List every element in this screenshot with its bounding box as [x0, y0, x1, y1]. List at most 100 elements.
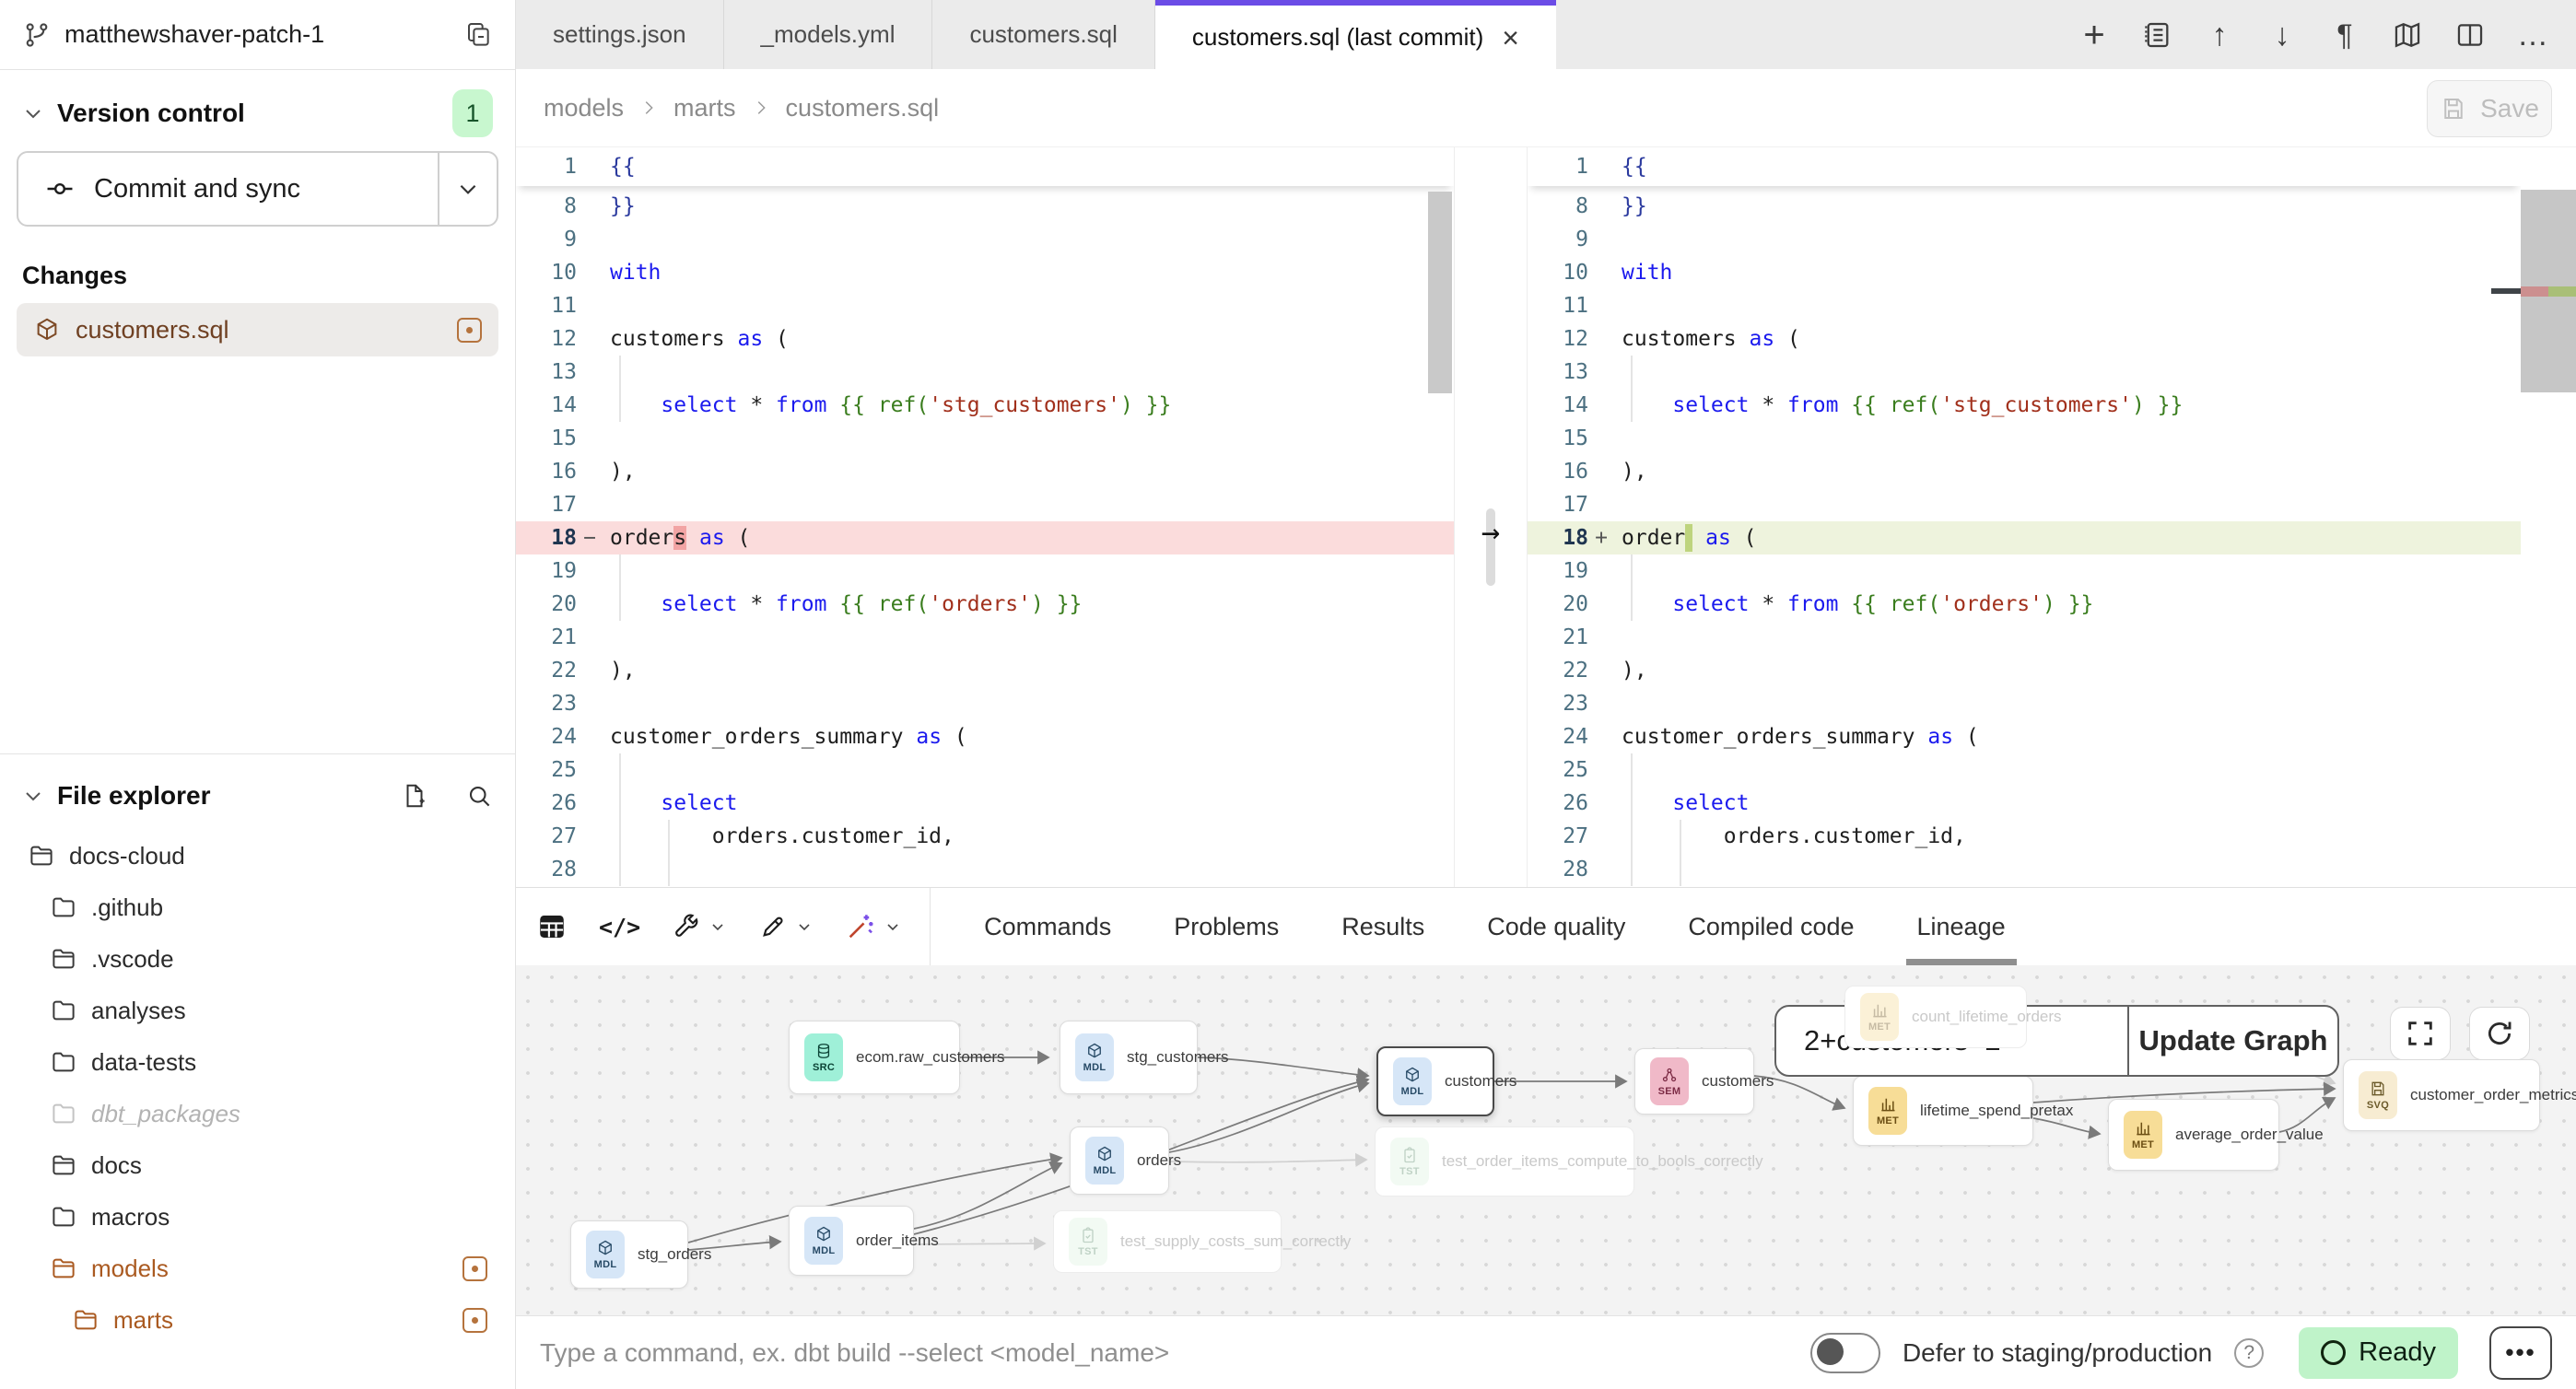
file-tree-item-dbt_packages[interactable]: dbt_packages — [17, 1088, 498, 1139]
mdl-badge-icon: MDL — [804, 1217, 843, 1265]
diff-pane-previous[interactable]: 8}}910with1112customers as (1314 select … — [516, 147, 1454, 887]
code-line: with — [1614, 256, 2521, 289]
panel-tab-compiled-code[interactable]: Compiled code — [1657, 888, 1885, 965]
tab-label: _models.yml — [761, 20, 896, 49]
line-number: 28 — [1528, 858, 1588, 881]
panel-tab-commands[interactable]: Commands — [953, 888, 1142, 965]
file-tree-item-models[interactable]: models — [17, 1243, 498, 1294]
commit-options-caret[interactable] — [438, 153, 497, 225]
wrench-icon[interactable] — [672, 912, 727, 941]
code-row: 13 — [1528, 356, 2521, 389]
diff-editor[interactable]: 8}}910with1112customers as (1314 select … — [516, 147, 2576, 887]
code-tags-icon[interactable]: </> — [599, 914, 640, 940]
code-line — [1614, 621, 2521, 654]
line-number: 8 — [1528, 194, 1588, 218]
folder-name: .github — [91, 893, 498, 922]
search-icon[interactable] — [465, 782, 493, 810]
status-badge[interactable]: Ready — [2299, 1327, 2458, 1379]
lineage-node-lifetime-spend-pretax[interactable]: METlifetime_spend_pretax — [1853, 1076, 2033, 1146]
lineage-node-customer-order-metrics[interactable]: SVQcustomer_order_metrics — [2343, 1059, 2540, 1131]
breadcrumb-item[interactable]: models — [544, 94, 624, 123]
close-icon[interactable]: × — [1502, 23, 1519, 53]
chevron-down-icon[interactable] — [795, 917, 814, 936]
format-brush-icon[interactable] — [758, 912, 814, 941]
lineage-node-average-order-value[interactable]: METaverage_order_value — [2108, 1099, 2279, 1171]
folder-name: docs-cloud — [69, 842, 498, 870]
tst-badge-icon: TST — [1069, 1218, 1107, 1266]
diff-arrow-icon[interactable]: → — [1455, 514, 1527, 551]
split-editor-icon[interactable] — [2453, 18, 2488, 53]
lineage-node-stg-orders[interactable]: MDLstg_orders — [570, 1220, 688, 1289]
magic-wand-icon[interactable] — [845, 911, 902, 942]
tab-settings-json[interactable]: settings.json — [516, 0, 724, 69]
panel-tab-problems[interactable]: Problems — [1142, 888, 1310, 965]
lineage-node-customers-semantic[interactable]: SEMcustomers — [1634, 1048, 1754, 1115]
file-tree-item-data-tests[interactable]: data-tests — [17, 1036, 498, 1088]
lineage-node-ecom-raw-customers[interactable]: SRCecom.raw_customers — [789, 1021, 960, 1094]
chevron-down-icon[interactable] — [22, 785, 44, 807]
save-icon — [2440, 95, 2467, 123]
help-icon[interactable]: ? — [2234, 1338, 2264, 1368]
file-tree-item-analyses[interactable]: analyses — [17, 985, 498, 1036]
breadcrumb-item[interactable]: customers.sql — [786, 94, 940, 123]
panel-tab-results[interactable]: Results — [1310, 888, 1456, 965]
breadcrumb-item[interactable]: marts — [673, 94, 736, 123]
lineage-canvas[interactable]: SRCecom.raw_customers MDLstg_customers MDL… — [516, 965, 2576, 1315]
arrow-down-icon[interactable]: ↓ — [2265, 18, 2300, 53]
folder-name: marts — [113, 1306, 449, 1335]
refresh-graph-button[interactable] — [2469, 1007, 2530, 1060]
update-graph-button[interactable]: Update Graph — [2127, 1007, 2337, 1075]
table-icon[interactable] — [536, 911, 568, 942]
file-tree-item-dot-vscode[interactable]: .vscode — [17, 933, 498, 985]
node-label: count_lifetime_orders — [1912, 1008, 2062, 1026]
main-area: settings.json_models.ymlcustomers.sqlcus… — [516, 0, 2576, 1389]
folder-open-icon — [50, 1151, 77, 1179]
file-tree-item-docs-cloud[interactable]: docs-cloud — [17, 830, 498, 881]
lineage-node-test-supply-costs[interactable]: TSTtest_supply_costs_sum_correctly — [1053, 1210, 1282, 1273]
diff-pane-current[interactable]: 8}}910with1112customers as (1314 select … — [1528, 147, 2576, 887]
lineage-node-count-lifetime-orders[interactable]: METcount_lifetime_orders — [1844, 986, 2027, 1048]
file-tree-item-dot-github[interactable]: .github — [17, 881, 498, 933]
line-number: 26 — [516, 791, 577, 815]
panel-tab-lineage[interactable]: Lineage — [1886, 888, 2037, 965]
fullscreen-button[interactable] — [2390, 1007, 2451, 1060]
chevron-down-icon[interactable] — [708, 917, 727, 936]
code-line — [603, 422, 1454, 455]
lineage-node-orders[interactable]: MDLorders — [1070, 1126, 1169, 1195]
tab--models-yml[interactable]: _models.yml — [724, 0, 933, 69]
panel-tab-code-quality[interactable]: Code quality — [1456, 888, 1657, 965]
overview-ruler[interactable] — [2521, 147, 2576, 887]
code-row: 25 — [516, 753, 1454, 787]
node-label: test_supply_costs_sum_correctly — [1120, 1232, 1351, 1251]
sticky-line: 1{{ — [1528, 147, 2521, 186]
breadcrumb: models marts customers.sql — [544, 94, 939, 123]
more-options-button[interactable]: ••• — [2489, 1326, 2552, 1380]
lineage-node-test-order-items[interactable]: TSTtest_order_items_compute_to_bools_cor… — [1375, 1126, 1634, 1196]
map-icon[interactable] — [2390, 18, 2425, 53]
tab-customers-sql[interactable]: customers.sql — [932, 0, 1154, 69]
tab-customers-sql-last-commit-[interactable]: customers.sql (last commit)× — [1155, 0, 1556, 69]
command-input[interactable] — [540, 1338, 1810, 1368]
pilcrow-icon[interactable]: ¶ — [2327, 18, 2362, 53]
file-tree-item-macros[interactable]: macros — [17, 1191, 498, 1243]
chevron-down-icon[interactable] — [22, 102, 44, 124]
file-tree-item-marts[interactable]: marts — [17, 1294, 498, 1346]
file-tree-item-docs[interactable]: docs — [17, 1139, 498, 1191]
lineage-node-customers-model[interactable]: MDLcustomers — [1376, 1046, 1494, 1116]
lineage-node-stg-customers[interactable]: MDLstg_customers — [1060, 1021, 1198, 1094]
left-scrollbar[interactable] — [1428, 192, 1452, 393]
line-number: 9 — [516, 228, 577, 251]
copy-icon[interactable] — [463, 20, 493, 50]
save-button[interactable]: Save — [2427, 80, 2552, 137]
more-icon[interactable]: … — [2515, 18, 2550, 53]
arrow-up-icon[interactable]: ↑ — [2202, 18, 2237, 53]
outline-icon[interactable] — [2139, 18, 2174, 53]
new-file-icon[interactable] — [401, 782, 428, 810]
code-line — [603, 753, 1454, 787]
lineage-node-order-items[interactable]: MDLorder_items — [789, 1206, 914, 1276]
defer-toggle[interactable] — [1810, 1333, 1880, 1373]
commit-and-sync-button[interactable]: Commit and sync — [17, 151, 498, 227]
changed-file-item[interactable]: customers.sql — [17, 303, 498, 356]
plus-icon[interactable]: + — [2077, 18, 2112, 53]
chevron-down-icon[interactable] — [884, 917, 902, 936]
